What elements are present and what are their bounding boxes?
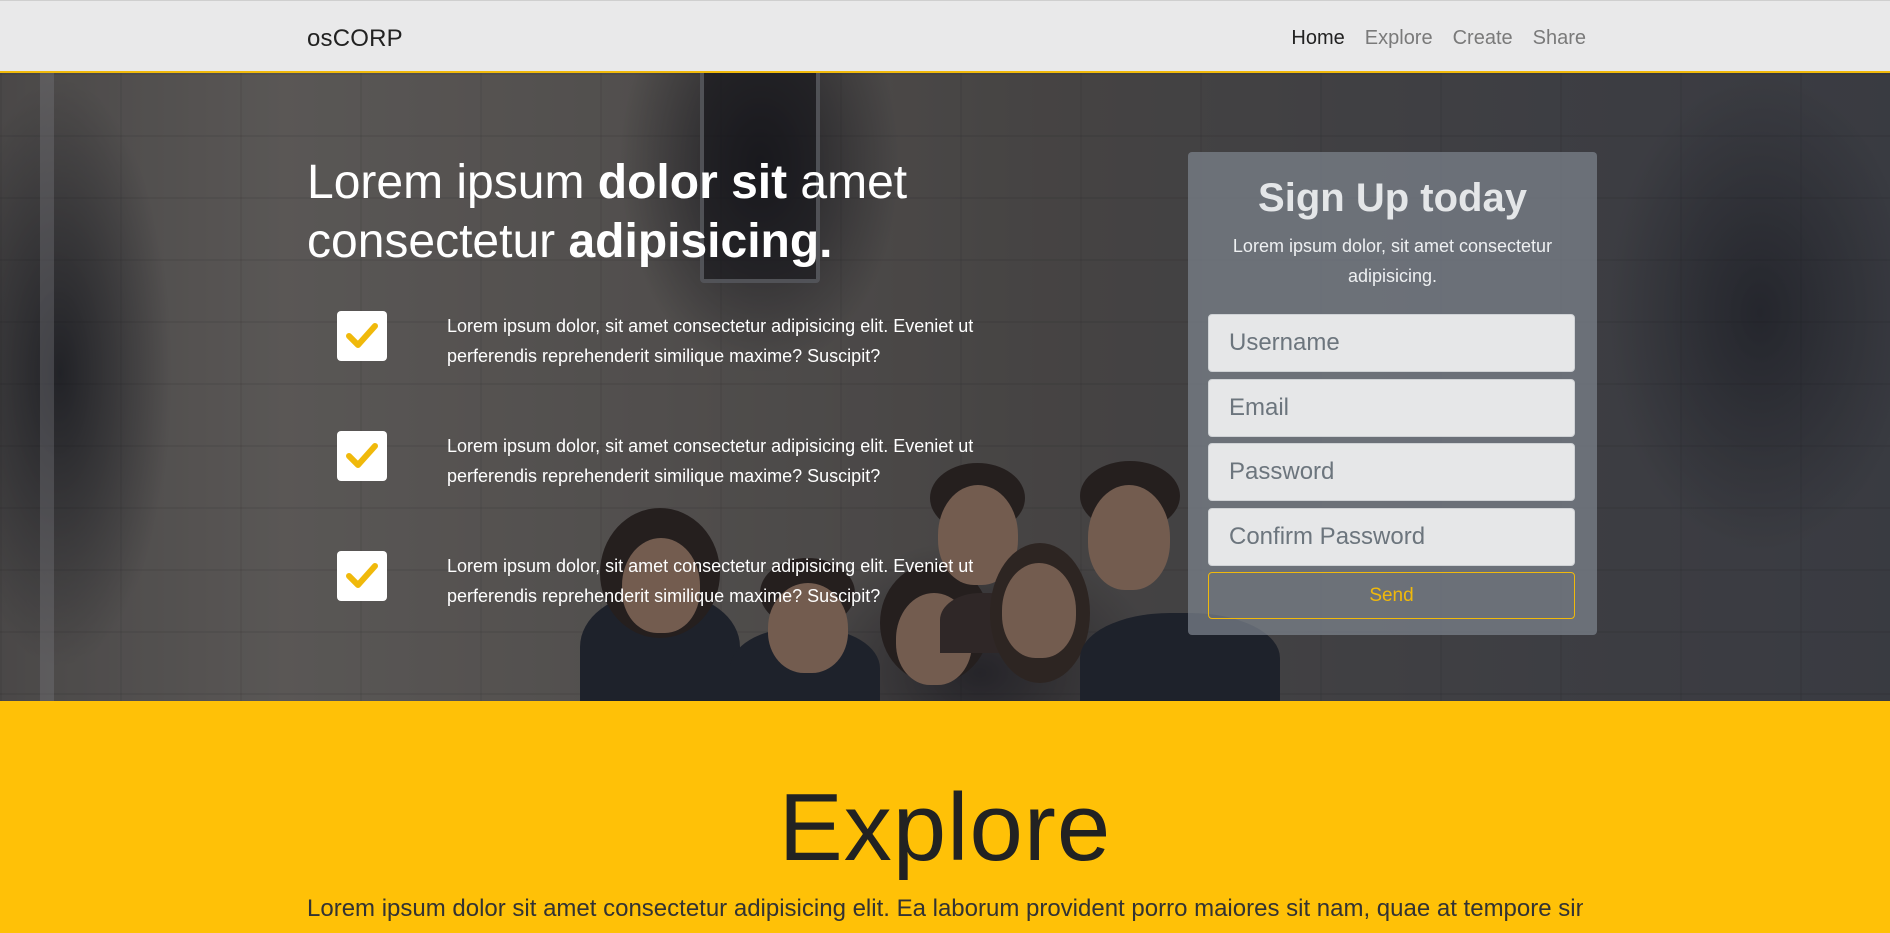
- feature-item: Lorem ipsum dolor, sit amet consectetur …: [337, 431, 1057, 491]
- email-input[interactable]: [1208, 379, 1575, 437]
- password-input[interactable]: [1208, 443, 1575, 501]
- signup-subtitle: Lorem ipsum dolor, sit amet consectetur …: [1232, 236, 1553, 286]
- hero-title: Lorem ipsum dolor sit amet consectetur a…: [307, 153, 1007, 271]
- nav-link-share[interactable]: Share: [1533, 27, 1586, 50]
- nav-link-create[interactable]: Create: [1453, 27, 1513, 50]
- hero-title-bold: dolor sit: [597, 156, 788, 209]
- feature-item: Lorem ipsum dolor, sit amet consectetur …: [337, 311, 1057, 371]
- username-input[interactable]: [1208, 314, 1575, 372]
- send-button[interactable]: Send: [1208, 572, 1575, 619]
- hero-title-part: Lorem ipsum: [307, 156, 598, 209]
- hero-title-bold: adipisicing.: [568, 215, 833, 268]
- explore-heading: Explore: [778, 774, 1112, 881]
- main-nav: Home Explore Create Share: [1291, 27, 1586, 50]
- explore-text: Lorem ipsum dolor sit amet consectetur a…: [307, 895, 1583, 922]
- explore-section: Explore Lorem ipsum dolor sit amet conse…: [0, 701, 1890, 933]
- feature-text: Lorem ipsum dolor, sit amet consectetur …: [447, 316, 974, 366]
- nav-link-explore[interactable]: Explore: [1365, 27, 1433, 50]
- brand-logo[interactable]: osCORP: [307, 25, 403, 53]
- check-icon: [337, 431, 387, 481]
- confirm-password-input[interactable]: [1208, 508, 1575, 566]
- signup-card: Sign Up today Lorem ipsum dolor, sit ame…: [1188, 152, 1597, 635]
- feature-text: Lorem ipsum dolor, sit amet consectetur …: [447, 556, 974, 606]
- navbar: osCORP Home Explore Create Share: [0, 0, 1890, 73]
- feature-item: Lorem ipsum dolor, sit amet consectetur …: [337, 551, 1057, 611]
- nav-link-home[interactable]: Home: [1291, 27, 1344, 50]
- signup-title: Sign Up today: [1258, 176, 1527, 220]
- feature-text: Lorem ipsum dolor, sit amet consectetur …: [447, 436, 974, 486]
- check-icon: [337, 311, 387, 361]
- check-icon: [337, 551, 387, 601]
- hero-section: Lorem ipsum dolor sit amet consectetur a…: [0, 73, 1890, 701]
